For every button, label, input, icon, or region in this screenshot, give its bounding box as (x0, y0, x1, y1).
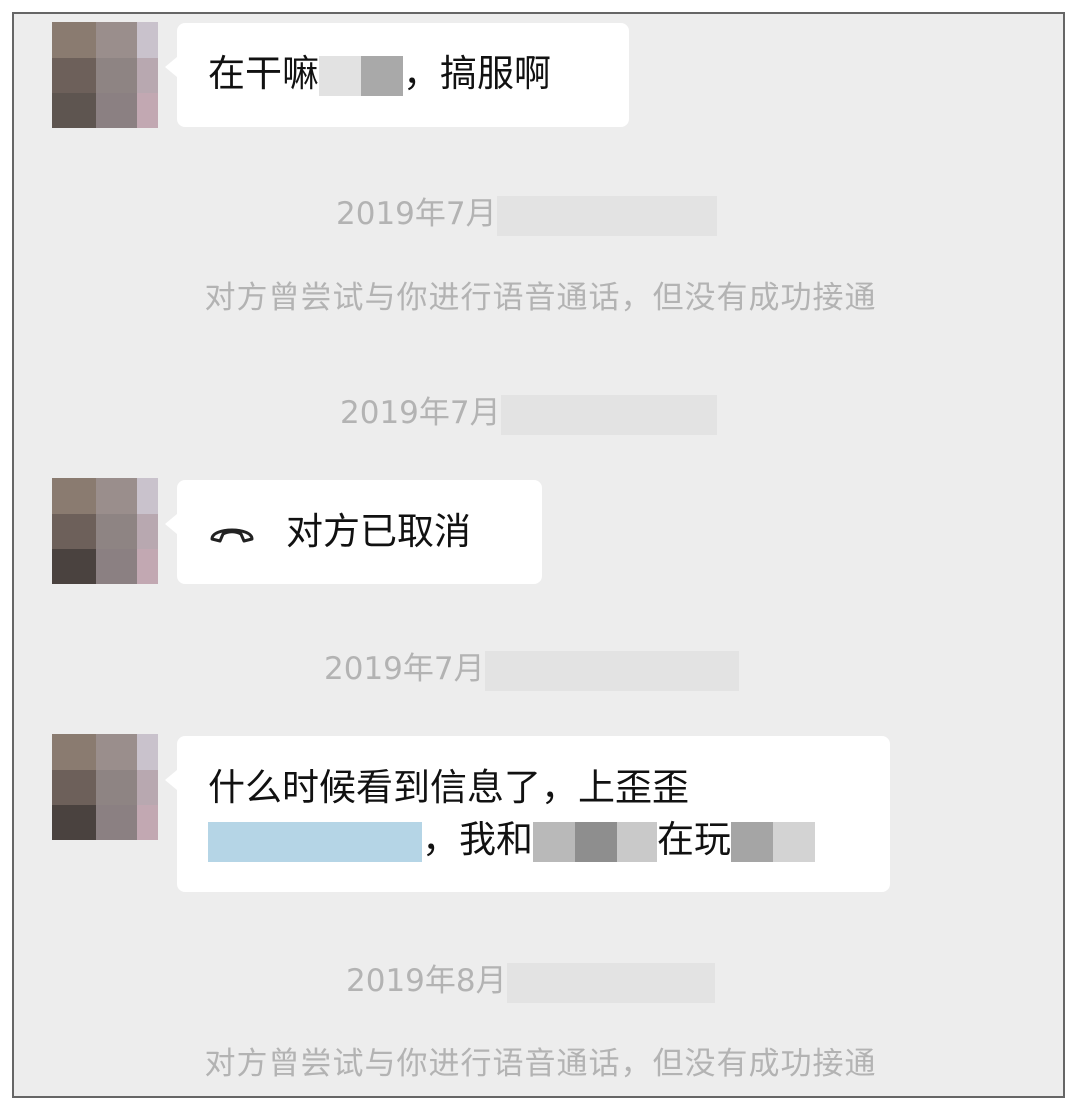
message-line-2: ，我和 在玩 (208, 814, 890, 866)
redacted-mosaic (533, 821, 575, 862)
redacted-mosaic (496, 195, 717, 236)
redacted-mosaic (500, 394, 717, 435)
redacted-mosaic (773, 821, 815, 862)
redacted-mosaic (319, 55, 361, 96)
timestamp: 2019年7月 (336, 192, 717, 236)
redacted-mosaic (575, 821, 617, 862)
message-bubble[interactable]: 什么时候看到信息了，上歪歪 ，我和 在玩 (165, 736, 890, 892)
system-notice: 对方曾尝试与你进行语音通话，但没有成功接通 (204, 1046, 877, 1082)
call-bubble[interactable]: 对方已取消 (165, 480, 542, 584)
message-text: ，搞服啊 (403, 52, 551, 95)
redacted-mosaic (484, 650, 739, 691)
redacted-mosaic-blue (208, 821, 422, 862)
redacted-mosaic (506, 962, 715, 1003)
redacted-mosaic (361, 55, 403, 96)
system-notice: 对方曾尝试与你进行语音通话，但没有成功接通 (204, 280, 877, 316)
avatar[interactable] (52, 22, 158, 128)
timestamp: 2019年8月 (346, 959, 715, 1003)
message-text: 在干嘛 (208, 52, 319, 95)
message-bubble[interactable]: 在干嘛 ，搞服啊 (165, 23, 629, 127)
hangup-phone-icon (210, 528, 254, 542)
redacted-mosaic (731, 821, 773, 862)
timestamp: 2019年7月 (324, 647, 739, 691)
call-status-text: 对方已取消 (286, 510, 471, 553)
avatar[interactable] (52, 734, 158, 840)
avatar[interactable] (52, 478, 158, 584)
message-line-1: 什么时候看到信息了，上歪歪 (208, 766, 689, 809)
timestamp: 2019年7月 (340, 391, 717, 435)
redacted-mosaic (617, 821, 657, 862)
chat-window: 在干嘛 ，搞服啊 2019年7月 对方曾尝试与你进行语音通话，但没有成功接通 20… (12, 12, 1065, 1098)
